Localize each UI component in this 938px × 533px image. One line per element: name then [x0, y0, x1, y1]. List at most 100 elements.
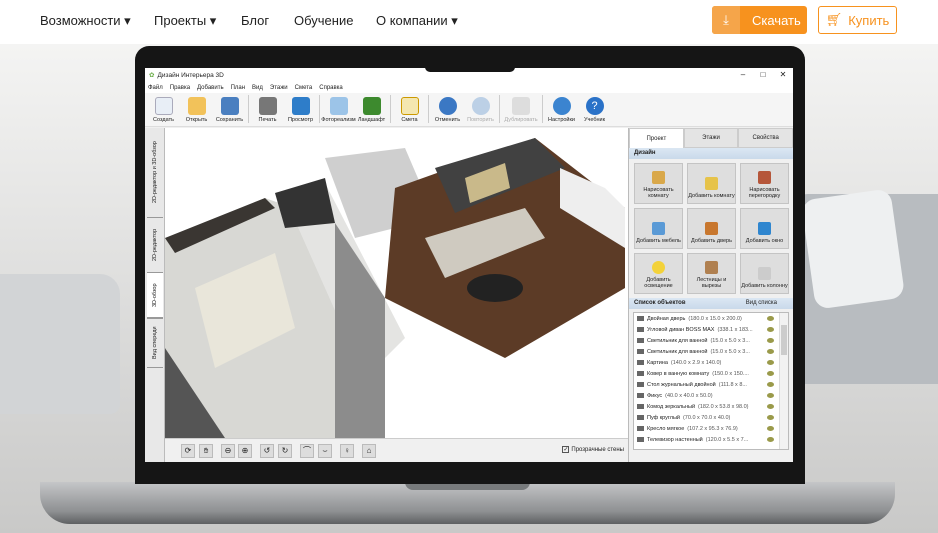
photorealism-button[interactable]: Фотореализм [321, 97, 356, 126]
visibility-eye-icon[interactable] [767, 327, 774, 332]
menu-add[interactable]: Добавить [197, 85, 224, 91]
tilt-up-button[interactable]: ⌒ [300, 444, 314, 458]
tab-properties[interactable]: Свойства [738, 128, 793, 148]
redo-icon [471, 97, 490, 115]
brick-wall-icon [758, 170, 771, 184]
draw-room-button[interactable]: Нарисовать комнату [634, 163, 683, 204]
tab-floors[interactable]: Этажи [683, 128, 739, 148]
object-icon [637, 404, 644, 409]
rotate-left-button[interactable]: ↺ [260, 444, 274, 458]
maximize-button[interactable]: □ [753, 68, 773, 82]
nav-features[interactable]: Возможности ▾ [40, 13, 131, 29]
nav-about[interactable]: О компании ▾ [376, 13, 458, 29]
menu-edit[interactable]: Правка [170, 85, 190, 91]
object-list-item[interactable]: Комод зеркальный (182.0 x 53.8 x 98.0) [634, 401, 788, 412]
object-icon [637, 316, 644, 321]
3d-viewport[interactable] [165, 128, 628, 438]
window-title: Дизайн Интерьера 3D [157, 71, 224, 79]
visibility-eye-icon[interactable] [767, 404, 774, 409]
visibility-eye-icon[interactable] [767, 382, 774, 387]
transparent-walls-checkbox[interactable]: ✓ Прозрачные стены [562, 446, 624, 453]
menu-plan[interactable]: План [231, 85, 245, 91]
visibility-eye-icon[interactable] [767, 338, 774, 343]
visibility-eye-icon[interactable] [767, 393, 774, 398]
column-icon [758, 267, 771, 281]
object-icon [637, 349, 644, 354]
object-list-item[interactable]: Светильник для ванной (15.0 x 5.0 x 3... [634, 346, 788, 357]
tab-project[interactable]: Проект [629, 128, 684, 148]
add-room-button[interactable]: Добавить комнату [687, 163, 736, 204]
preview-button[interactable]: Просмотр [284, 97, 317, 126]
draw-partition-button[interactable]: Нарисовать перегородку [740, 163, 789, 204]
tab-front-view[interactable]: Вид спереди [147, 318, 163, 368]
zoom-in-button[interactable]: ⊕ [238, 444, 252, 458]
light-button[interactable]: ♀ [340, 444, 354, 458]
object-icon [637, 437, 644, 442]
scrollbar[interactable] [779, 313, 788, 449]
visibility-eye-icon[interactable] [767, 426, 774, 431]
close-button[interactable]: ✕ [773, 68, 793, 82]
add-column-button[interactable]: Добавить колонну [740, 253, 789, 294]
create-button[interactable]: Создать [147, 97, 180, 126]
tab-3d[interactable]: 3D-обзор [147, 273, 163, 318]
object-list-item[interactable]: Пуф круглый (70.0 x 70.0 x 40.0) [634, 412, 788, 423]
visibility-eye-icon[interactable] [767, 316, 774, 321]
visibility-eye-icon[interactable] [767, 349, 774, 354]
add-window-button[interactable]: Добавить окно [740, 208, 789, 249]
stairs-button[interactable]: Лестницы и вырезы [687, 253, 736, 294]
redo-button[interactable]: Повторить [464, 97, 497, 126]
menu-file[interactable]: Файл [148, 85, 163, 91]
nav-blog[interactable]: Блог [241, 13, 269, 28]
settings-button[interactable]: Настройки [545, 97, 578, 126]
object-list-item[interactable]: Фикус (40.0 x 40.0 x 50.0) [634, 390, 788, 401]
add-door-button[interactable]: Добавить дверь [687, 208, 736, 249]
add-furniture-button[interactable]: Добавить мебель [634, 208, 683, 249]
object-list-item[interactable]: Светильник для ванной (15.0 x 5.0 x 3... [634, 335, 788, 346]
nav-projects[interactable]: Проекты ▾ [154, 13, 216, 29]
visibility-eye-icon[interactable] [767, 437, 774, 442]
pan-hand-button[interactable]: ✋︎ [199, 444, 213, 458]
download-button[interactable]: ⤓ Скачать [712, 6, 807, 34]
nav-learning[interactable]: Обучение [294, 13, 353, 28]
tab-2d-3d[interactable]: 2D-редактор и 3D-обзор [147, 128, 163, 218]
printer-icon [258, 97, 277, 115]
object-list-item[interactable]: Стол журнальный двойной (111.8 x 8... [634, 379, 788, 390]
home-button[interactable]: ⌂ [362, 444, 376, 458]
add-lighting-button[interactable]: Добавить освещение [634, 253, 683, 294]
duplicate-button[interactable]: Дублировать [502, 97, 540, 126]
object-list-item[interactable]: Кресло мягкое (107.2 x 95.3 x 76.9) [634, 423, 788, 434]
visibility-eye-icon[interactable] [767, 371, 774, 376]
object-list-item[interactable]: Угловой диван BOSS MAX (338.1 x 183... [634, 324, 788, 335]
menu-estimate[interactable]: Смета [295, 85, 313, 91]
menu-view[interactable]: Вид [252, 85, 263, 91]
list-view-button[interactable]: Вид списка [746, 298, 777, 309]
tilt-down-button[interactable]: ⌣ [318, 444, 332, 458]
visibility-eye-icon[interactable] [767, 360, 774, 365]
object-list-item[interactable]: Двойная дверь (180.0 x 15.0 x 200.0) [634, 313, 788, 324]
objects-header: Список объектов Вид списка [629, 298, 793, 309]
estimate-button[interactable]: Смета [393, 97, 426, 126]
minimize-button[interactable]: – [733, 68, 753, 82]
object-list-item[interactable]: Телевизор настенный (120.0 x 5.5 x 7... [634, 434, 788, 445]
print-button[interactable]: Печать [251, 97, 284, 126]
object-icon [637, 360, 644, 365]
tree-icon [362, 97, 381, 115]
tab-2d[interactable]: 2D-редактор [147, 218, 163, 273]
object-list-item[interactable]: Ковер в ванную комнату (150.0 x 150.... [634, 368, 788, 379]
tutorial-button[interactable]: ? Учебник [578, 97, 611, 126]
scrollbar-thumb[interactable] [781, 325, 787, 355]
save-button[interactable]: Сохранить [213, 97, 246, 126]
landscape-button[interactable]: Ландшафт [355, 97, 388, 126]
visibility-eye-icon[interactable] [767, 415, 774, 420]
menu-floors[interactable]: Этажи [270, 85, 288, 91]
object-list-item[interactable]: Картина (140.0 x 2.9 x 140.0) [634, 357, 788, 368]
rotate-360-button[interactable]: ⟳ [181, 444, 195, 458]
copy-icon [512, 97, 530, 115]
undo-button[interactable]: Отменить [431, 97, 464, 126]
menu-help[interactable]: Справка [319, 85, 343, 91]
zoom-out-button[interactable]: ⊖ [221, 444, 235, 458]
open-button[interactable]: Открыть [180, 97, 213, 126]
buy-button[interactable]: 🛒︎ Купить [818, 6, 897, 34]
undo-icon [438, 97, 457, 115]
rotate-right-button[interactable]: ↻ [278, 444, 292, 458]
